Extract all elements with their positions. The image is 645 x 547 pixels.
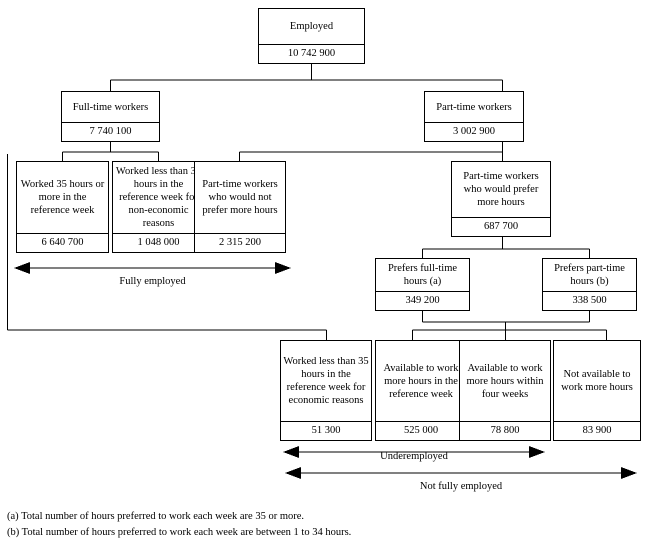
node-worked-less-non-economic-label: Worked less than 35 hours in the referen… [115, 166, 202, 229]
node-part-time-prefer-more-hours-label: Part-time workers who would prefer more … [463, 171, 539, 208]
node-worked-less-economic[interactable]: Worked less than 35 hours in the referen… [280, 340, 372, 441]
node-prefers-full-time-hours-label: Prefers full-time hours (a) [387, 263, 458, 287]
node-worked-less-economic-label: Worked less than 35 hours in the referen… [283, 356, 369, 406]
node-employed[interactable]: Employed 10 742 900 [258, 8, 365, 64]
node-part-time-workers[interactable]: Part-time workers 3 002 900 [424, 91, 524, 142]
node-part-time-prefer-more-hours[interactable]: Part-time workers who would prefer more … [451, 161, 551, 237]
node-prefers-full-time-hours[interactable]: Prefers full-time hours (a) 349 200 [375, 258, 470, 311]
node-full-time-workers-label: Full-time workers [72, 101, 149, 113]
node-worked-35-hours-or-more-value: 6 640 700 [17, 233, 108, 252]
node-available-reference-week-value: 525 000 [376, 421, 466, 440]
node-full-time-workers[interactable]: Full-time workers 7 740 100 [61, 91, 160, 142]
node-prefers-part-time-hours-label: Prefers part-time hours (b) [554, 263, 625, 287]
node-available-four-weeks[interactable]: Available to work more hours within four… [459, 340, 551, 441]
node-available-four-weeks-label: Available to work more hours within four… [466, 362, 544, 400]
arrow-not-fully-employed-left-head [285, 467, 301, 479]
footnote-a: (a) Total number of hours preferred to w… [7, 511, 305, 522]
node-part-time-not-prefer-more-hours-value: 2 315 200 [195, 233, 285, 252]
span-label-not-fully-employed: Not fully employed [419, 481, 503, 492]
node-available-reference-week-label: Available to work more hours in the refe… [383, 362, 459, 400]
node-part-time-not-prefer-more-hours[interactable]: Part-time workers who would not prefer m… [194, 161, 286, 253]
arrow-not-fully-employed-right-head [621, 467, 637, 479]
employment-flow-chart: Employed 10 742 900 Full-time workers 7 … [0, 0, 645, 547]
node-worked-less-non-economic-value: 1 048 000 [113, 233, 204, 252]
node-prefers-part-time-hours[interactable]: Prefers part-time hours (b) 338 500 [542, 258, 637, 311]
arrow-fully-employed-left-head [14, 262, 30, 274]
node-prefers-full-time-hours-value: 349 200 [376, 291, 469, 310]
node-available-four-weeks-value: 78 800 [460, 421, 550, 440]
footnote-b: (b) Total number of hours preferred to w… [7, 527, 352, 538]
node-part-time-not-prefer-more-hours-label: Part-time workers who would not prefer m… [202, 179, 278, 216]
node-worked-35-hours-or-more-label: Worked 35 hours or more in the reference… [20, 179, 105, 216]
node-not-available-more-hours-value: 83 900 [554, 421, 640, 440]
node-prefers-part-time-hours-value: 338 500 [543, 291, 636, 310]
node-employed-label: Employed [289, 21, 334, 32]
node-worked-less-economic-value: 51 300 [281, 421, 371, 440]
span-label-fully-employed: Fully employed [119, 276, 186, 287]
node-part-time-prefer-more-hours-value: 687 700 [452, 217, 550, 236]
node-part-time-workers-label: Part-time workers [436, 101, 512, 113]
span-label-underemployed: Underemployed [380, 451, 448, 462]
arrow-fully-employed-right-head [275, 262, 291, 274]
node-part-time-workers-value: 3 002 900 [425, 122, 523, 141]
node-not-available-more-hours-label: Not available to work more hours [561, 369, 633, 393]
node-full-time-workers-value: 7 740 100 [62, 122, 159, 141]
node-worked-less-non-economic[interactable]: Worked less than 35 hours in the referen… [112, 161, 205, 253]
node-not-available-more-hours[interactable]: Not available to work more hours 83 900 [553, 340, 641, 441]
node-worked-35-hours-or-more[interactable]: Worked 35 hours or more in the reference… [16, 161, 109, 253]
node-employed-value: 10 742 900 [259, 44, 364, 63]
node-available-reference-week[interactable]: Available to work more hours in the refe… [375, 340, 467, 441]
